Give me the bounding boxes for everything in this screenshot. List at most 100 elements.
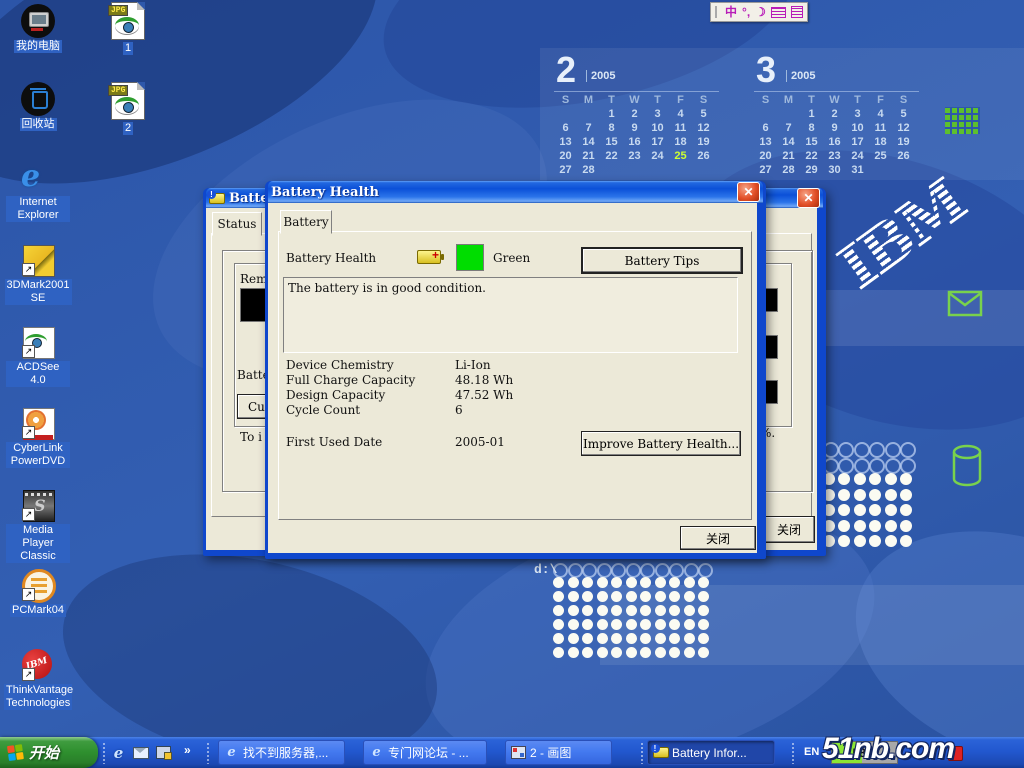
info-row-value: Li-Ion	[455, 358, 491, 373]
ime-language-icon[interactable]: 中	[725, 4, 737, 20]
decor-dot	[838, 489, 850, 501]
calendar-day: 28	[577, 164, 600, 178]
decor-dot	[869, 535, 881, 547]
desktop-icon-thinkvantage[interactable]: IBM↗ ThinkVantage Technologies	[6, 648, 70, 710]
start-button[interactable]: 开始	[0, 737, 98, 768]
ime-softkeyboard-icon[interactable]	[771, 7, 786, 18]
decor-dot	[684, 633, 695, 644]
quicklaunch-overflow-chevron[interactable]: »	[184, 743, 191, 757]
decor-dot	[582, 563, 597, 578]
desktop-icon-media-player-classic[interactable]: ↗ Media Player Classic	[6, 488, 70, 563]
desktop-icon-label: ThinkVantage Technologies	[4, 684, 72, 710]
decor-dot	[838, 458, 854, 474]
decor-dot	[626, 605, 637, 616]
desktop-icon-label: PCMark04	[10, 604, 66, 617]
decor-dot	[582, 577, 593, 588]
start-label: 开始	[29, 742, 59, 763]
battery-info-rows: Device ChemistryLi-IonFull Charge Capaci…	[286, 358, 513, 418]
info-row-value: 6	[455, 403, 463, 418]
decor-dot	[640, 633, 651, 644]
taskbar-separator	[207, 741, 210, 764]
dialog-titlebar[interactable]: Battery Health ✕	[268, 181, 763, 203]
calendar-day	[692, 164, 715, 178]
calendar-week-row: 12345	[754, 108, 919, 122]
calendar-day: 13	[754, 136, 777, 150]
envelope-icon	[947, 290, 983, 317]
decor-dot	[869, 489, 881, 501]
taskbar-button[interactable]: 2 - 画图	[505, 740, 612, 765]
close-button[interactable]: ✕	[797, 188, 820, 208]
improve-battery-health-button[interactable]: Improve Battery Health...	[581, 431, 741, 456]
decor-dot	[640, 647, 651, 658]
3dmark-icon: ↗	[21, 243, 55, 277]
calendar-day	[577, 108, 600, 122]
decor-dot	[611, 633, 622, 644]
desktop-icon-my-computer[interactable]: 我的电脑	[6, 4, 70, 53]
calendar-day: 30	[823, 164, 846, 178]
tab-status[interactable]: Status	[212, 212, 262, 236]
close-window-button[interactable]: 关闭	[763, 516, 815, 543]
taskbar-button[interactable]: e专门网论坛 - ...	[363, 740, 487, 765]
decor-dot	[869, 504, 881, 516]
tab-battery[interactable]: Battery	[280, 210, 332, 234]
decor-dot	[854, 473, 866, 485]
decor-dot	[869, 458, 885, 474]
ime-toolbar[interactable]: 中 °, ☽	[710, 2, 808, 22]
ime-width-mode-icon[interactable]: ☽	[755, 4, 766, 20]
decor-dot	[640, 591, 651, 602]
ime-drag-handle[interactable]	[715, 6, 720, 18]
calendar-day: 29	[800, 164, 823, 178]
calendar-day	[623, 164, 646, 178]
ime-punctuation-icon[interactable]: °,	[742, 4, 750, 20]
decor-dot	[626, 577, 637, 588]
battery-health-dialog[interactable]: Battery Health ✕ Battery Battery Health …	[265, 181, 766, 559]
decor-dot	[698, 577, 709, 588]
quicklaunch-ie-icon[interactable]: e	[110, 744, 127, 761]
quicklaunch-mail-icon[interactable]	[132, 744, 149, 761]
decor-dot	[655, 563, 670, 578]
desktop-icon-recycle-bin[interactable]: 回收站	[6, 82, 70, 131]
desktop-icon-label: Internet Explorer	[6, 196, 70, 222]
paint-icon	[511, 746, 526, 759]
calendar-day: 8	[600, 122, 623, 136]
decor-dot	[626, 647, 637, 658]
desktop-icon-jpg-2[interactable]: JPG 2	[96, 82, 160, 135]
ime-menu-icon[interactable]	[791, 6, 803, 18]
drive-label: d:\	[534, 562, 557, 577]
calendar-month-number: 2	[556, 49, 576, 91]
calendar-day: 2	[623, 108, 646, 122]
desktop-icon-acdsee[interactable]: ↗ ACDSee 4.0	[6, 325, 70, 387]
quicklaunch-show-desktop-icon[interactable]	[155, 744, 172, 761]
windows-flag-icon	[7, 743, 25, 761]
calendar-week-row: 2728293031	[754, 164, 919, 178]
decor-dot	[698, 563, 713, 578]
desktop-icon-powerdvd[interactable]: ↗ CyberLink PowerDVD	[6, 406, 70, 468]
desktop-icon-pcmark04[interactable]: ↗ PCMark04	[6, 568, 70, 617]
battery-warning-icon	[209, 193, 225, 204]
decor-dot	[640, 577, 651, 588]
calendar-week-row: 2728	[554, 164, 719, 178]
desktop-icon-internet-explorer[interactable]: e Internet Explorer	[6, 160, 70, 222]
battery-tips-button[interactable]: Battery Tips	[581, 247, 743, 274]
jpg-file-icon: JPG	[111, 2, 145, 40]
battery-info-row: Device ChemistryLi-Ion	[286, 358, 513, 373]
decor-dot	[885, 473, 897, 485]
wallpaper-band	[820, 290, 1024, 346]
eye-icon	[115, 17, 139, 34]
decor-dot	[885, 458, 901, 474]
close-dialog-button[interactable]: 关闭	[680, 526, 756, 550]
taskbar-separator	[641, 741, 644, 764]
taskbar-button[interactable]: e找不到服务器,...	[218, 740, 345, 765]
decor-dot	[885, 489, 897, 501]
close-button[interactable]: ✕	[737, 182, 760, 202]
desktop: 中 °, ☽ 22005SMTWTFS123456789101112131415…	[0, 0, 1024, 768]
desktop-icon-3dmark2001[interactable]: ↗ 3DMark2001 SE	[6, 243, 70, 305]
taskbar-button[interactable]: Battery Infor...	[647, 740, 775, 765]
language-indicator[interactable]: EN	[804, 746, 819, 758]
desktop-icon-jpg-1[interactable]: JPG 1	[96, 2, 160, 55]
calendar-day-header: F	[869, 94, 892, 108]
decor-dot	[582, 633, 593, 644]
calendar-week-row: 13141516171819	[754, 136, 919, 150]
calendar-day: 18	[869, 136, 892, 150]
calendar-day: 1	[800, 108, 823, 122]
